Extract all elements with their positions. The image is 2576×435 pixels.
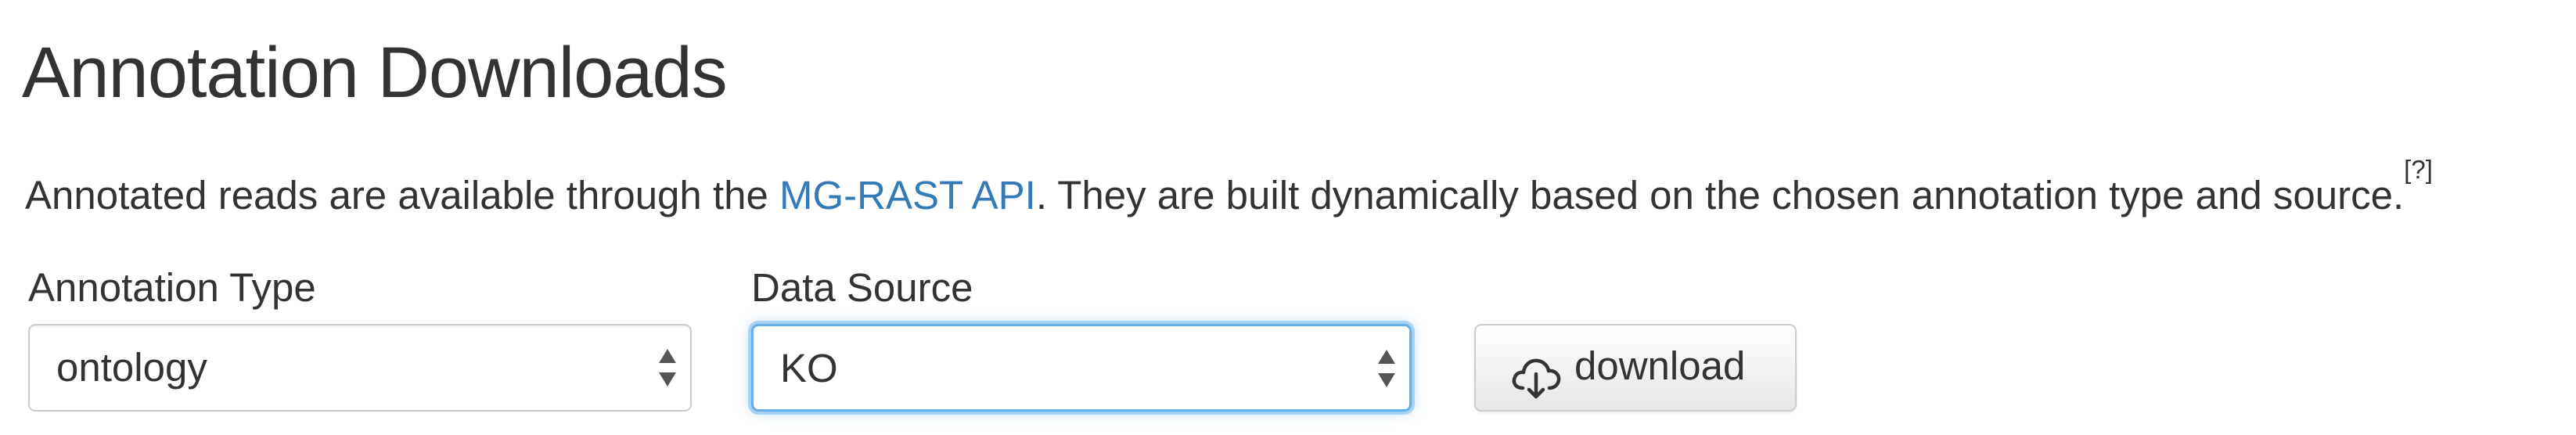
mg-rast-api-link[interactable]: MG-RAST API — [779, 173, 1036, 218]
description-prefix: Annotated reads are available through th… — [25, 173, 780, 218]
help-superscript: [?] — [2404, 155, 2433, 184]
annotation-type-select[interactable]: ontology — [28, 324, 692, 412]
page-title: Annotation Downloads — [22, 33, 728, 113]
select-arrows-icon — [659, 349, 676, 386]
help-link[interactable]: [?] — [2404, 155, 2433, 184]
select-arrows-icon — [1378, 350, 1395, 387]
annotation-type-label: Annotation Type — [28, 265, 316, 310]
annotation-type-value: ontology — [56, 345, 207, 390]
data-source-value: KO — [780, 346, 838, 390]
description-text: Annotated reads are available through th… — [25, 156, 2433, 227]
download-button-label: download — [1574, 343, 1746, 388]
cloud-download-icon — [1512, 358, 1561, 399]
data-source-select[interactable]: KO — [751, 324, 1412, 412]
download-button[interactable]: download — [1474, 324, 1797, 412]
data-source-label: Data Source — [751, 265, 973, 310]
description-suffix: . They are built dynamically based on th… — [1035, 173, 2405, 218]
